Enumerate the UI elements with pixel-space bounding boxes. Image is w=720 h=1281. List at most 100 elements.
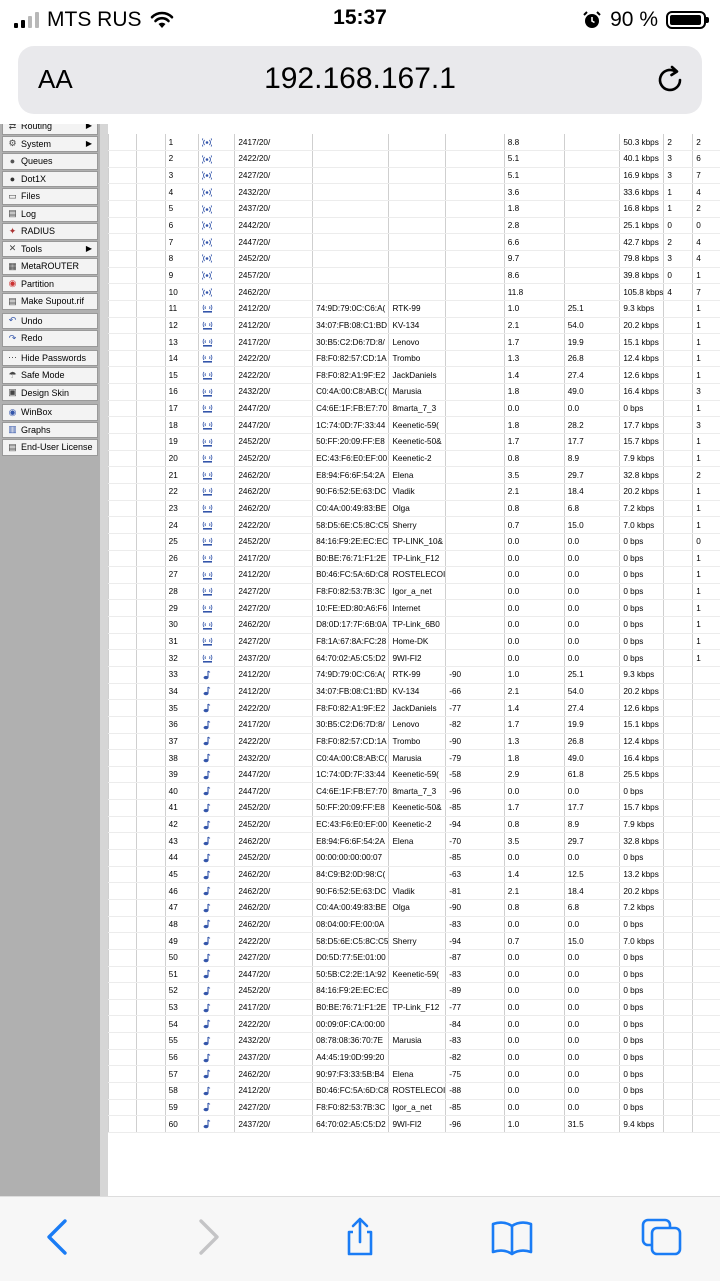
rx-rate-cell: 0.0 [504, 949, 564, 966]
table-row[interactable]: 412452/20/50:FF:20:09:FF:E8Keenetic-50&-… [109, 800, 720, 817]
table-row[interactable]: 72447/20/6.642.7 kbps24 [109, 234, 720, 251]
table-row[interactable]: 342412/20/34:07:FB:08:C1:BDKV-134-662.15… [109, 683, 720, 700]
table-row[interactable]: 332412/20/74:9D:79:0C:C6:A(RTK-99-901.02… [109, 667, 720, 684]
table-row[interactable]: 452462/20/84:C9:B2:0D:98:C(-631.412.513.… [109, 866, 720, 883]
table-row[interactable]: 42432/20/3.633.6 kbps14 [109, 184, 720, 201]
menu-item-queues[interactable]: ●Queues [2, 153, 98, 170]
menu-item-tools[interactable]: ✕Tools▶ [2, 241, 98, 258]
bitrate-cell: 20.2 kbps [620, 883, 664, 900]
table-row[interactable]: 492422/20/58:D5:6E:C5:8C:C5Sherry-940.71… [109, 933, 720, 950]
table-row[interactable]: 582412/20/B0:46:FC:5A:6D:C8ROSTELECOI-88… [109, 1083, 720, 1100]
table-row[interactable]: 102462/20/11.8105.8 kbps47 [109, 284, 720, 301]
bookmarks-icon[interactable] [490, 1217, 534, 1257]
table-row[interactable]: 232462/20/C0:4A:00:49:83:BEOlga0.86.87.2… [109, 500, 720, 517]
table-row[interactable]: 132417/20/30:B5:C2:D6:7D:8/Lenovo1.719.9… [109, 334, 720, 351]
share-icon[interactable] [340, 1217, 380, 1257]
client-icon [202, 953, 211, 962]
table-row[interactable]: 262417/20/B0:BE:76:71:F1:2ETP-Link_F120.… [109, 550, 720, 567]
tx-rate-cell: 26.8 [564, 733, 620, 750]
table-row[interactable]: 502427/20/D0:5D:77:5E:01:00-870.00.00 bp… [109, 949, 720, 966]
table-row[interactable]: 252452/20/84:16:F9:2E:EC:ECTP-LINK_10&0.… [109, 533, 720, 550]
table-row[interactable]: 92457/20/8.639.8 kbps01 [109, 267, 720, 284]
ssid-cell: Internet [389, 600, 446, 617]
menu-item-partition[interactable]: ◉Partition [2, 276, 98, 293]
table-row[interactable]: 532417/20/B0:BE:76:71:F1:2ETP-Link_F12-7… [109, 999, 720, 1016]
table-row[interactable]: 272412/20/B0:46:FC:5A:6D:C8ROSTELECOI0.0… [109, 567, 720, 584]
table-row[interactable]: 432462/20/E8:94:F6:6F:54:2AElena-703.529… [109, 833, 720, 850]
table-row[interactable]: 142422/20/F8:F0:82:57:CD:1ATrombo1.326.8… [109, 350, 720, 367]
row-spacer [137, 617, 165, 634]
rx-rate-cell: 0.0 [504, 1066, 564, 1083]
rx-rate-cell: 0.0 [504, 1016, 564, 1033]
ssid-cell [389, 234, 446, 251]
table-row[interactable]: 212462/20/E8:94:F6:6F:54:2AElena3.529.73… [109, 467, 720, 484]
type-icon-cell [198, 800, 235, 817]
table-row[interactable]: 32427/20/5.116.9 kbps37 [109, 167, 720, 184]
menu-item-log[interactable]: ▤Log [2, 206, 98, 223]
table-row[interactable]: 462462/20/90:F6:52:5E:63:DCVladik-812.11… [109, 883, 720, 900]
table-row[interactable]: 192452/20/50:FF:20:09:FF:E8Keenetic-50&1… [109, 434, 720, 451]
table-row[interactable]: 542422/20/00:09:0F:CA:00:00-840.00.00 bp… [109, 1016, 720, 1033]
table-row[interactable]: 202452/20/EC:43:F6:E0:EF:00Keenetic-20.8… [109, 450, 720, 467]
table-row[interactable]: 372422/20/F8:F0:82:57:CD:1ATrombo-901.32… [109, 733, 720, 750]
table-row[interactable]: 122412/20/34:07:FB:08:C1:BDKV-1342.154.0… [109, 317, 720, 334]
table-row[interactable]: 392447/20/1C:74:0D:7F:33:44Keenetic-59(-… [109, 766, 720, 783]
menu-item-dot1x[interactable]: ●Dot1X [2, 171, 98, 188]
table-row[interactable]: 362417/20/30:B5:C2:D6:7D:8/Lenovo-821.71… [109, 716, 720, 733]
table-row[interactable]: 162432/20/C0:4A:00:C8:AB:C(Marusia1.849.… [109, 384, 720, 401]
menu-item-end-user-license[interactable]: ▤End-User License [2, 439, 98, 456]
table-row[interactable]: 382432/20/C0:4A:00:C8:AB:C(Marusia-791.8… [109, 750, 720, 767]
table-row[interactable]: 352422/20/F8:F0:82:A1:9F:E2JackDaniels-7… [109, 700, 720, 717]
sidebar-scroll-rail[interactable] [100, 124, 108, 1196]
menu-item-redo[interactable]: ↷Redo [2, 330, 98, 347]
table-row[interactable]: 442452/20/00:00:00:00:00:07-850.00.00 bp… [109, 850, 720, 867]
table-row[interactable]: 12417/20/8.850.3 kbps22 [109, 134, 720, 151]
table-row[interactable]: 152422/20/F8:F0:82:A1:9F:E2JackDaniels1.… [109, 367, 720, 384]
table-row[interactable]: 592427/20/F8:F0:82:53:7B:3CIgor_a_net-85… [109, 1099, 720, 1116]
table-row[interactable]: 52437/20/1.816.8 kbps12 [109, 201, 720, 218]
table-row[interactable]: 512447/20/50:5B:C2:2E:1A:92Keenetic-59(-… [109, 966, 720, 983]
row-number-cell: 8 [165, 250, 198, 267]
menu-item-design-skin[interactable]: ▣Design Skin [2, 385, 98, 402]
menu-item-routing[interactable]: ⇄Routing▶ [2, 124, 98, 135]
table-row[interactable]: 62442/20/2.825.1 kbps00 [109, 217, 720, 234]
menu-item-files[interactable]: ▭Files [2, 188, 98, 205]
table-row[interactable]: 572462/20/90:97:F3:33:5B:B4Elena-750.00.… [109, 1066, 720, 1083]
menu-item-undo[interactable]: ↶Undo [2, 313, 98, 330]
table-row[interactable]: 302462/20/D8:0D:17:7F:6B:0ATP-Link_6B00.… [109, 617, 720, 634]
address-bar[interactable]: AA 192.168.167.1 [18, 46, 702, 114]
table-row[interactable]: 112412/20/74:9D:79:0C:C6:A(RTK-991.025.1… [109, 300, 720, 317]
menu-item-system[interactable]: ⚙System▶ [2, 136, 98, 153]
back-icon[interactable] [38, 1217, 78, 1257]
table-row[interactable]: 172447/20/C4:6E:1F:FB:E7:708marta_7_30.0… [109, 400, 720, 417]
reload-icon[interactable] [652, 62, 688, 98]
menu-item-metarouter[interactable]: ▦MetaROUTER [2, 258, 98, 275]
table-row[interactable]: 422452/20/EC:43:F6:E0:EF:00Keenetic-2-94… [109, 816, 720, 833]
table-row[interactable]: 292427/20/10:FE:ED:80:A6:F6Internet0.00.… [109, 600, 720, 617]
menu-item-make-supout-rif[interactable]: ▤Make Supout.rif [2, 293, 98, 310]
table-row[interactable]: 282427/20/F8:F0:82:53:7B:3CIgor_a_net0.0… [109, 583, 720, 600]
table-row[interactable]: 242422/20/58:D5:6E:C5:8C:C5Sherry0.715.0… [109, 517, 720, 534]
table-row[interactable]: 82452/20/9.779.8 kbps34 [109, 250, 720, 267]
menu-item-hide-passwords[interactable]: ⋯Hide Passwords [2, 350, 98, 367]
menu-item-safe-mode[interactable]: ☂Safe Mode [2, 367, 98, 384]
col-a-cell [664, 367, 693, 384]
table-row[interactable]: 562437/20/A4:45:19:0D:99:20-820.00.00 bp… [109, 1049, 720, 1066]
table-row[interactable]: 472462/20/C0:4A:00:49:83:BEOlga-900.86.8… [109, 899, 720, 916]
table-row[interactable]: 22422/20/5.140.1 kbps36 [109, 151, 720, 168]
table-row[interactable]: 402447/20/C4:6E:1F:FB:E7:708marta_7_3-96… [109, 783, 720, 800]
menu-item-graphs[interactable]: ▥Graphs [2, 422, 98, 439]
table-row[interactable]: 482462/20/08:04:00:FE:00:0A-830.00.00 bp… [109, 916, 720, 933]
url-text[interactable]: 192.168.167.1 [18, 62, 702, 96]
table-row[interactable]: 312427/20/F8:1A:67:8A:FC:28Home-DK0.00.0… [109, 633, 720, 650]
table-row[interactable]: 182447/20/1C:74:0D:7F:33:44Keenetic-59(1… [109, 417, 720, 434]
table-row[interactable]: 552432/20/08:78:08:36:70:7EMarusia-830.0… [109, 1033, 720, 1050]
tabs-icon[interactable] [640, 1217, 684, 1257]
table-row[interactable]: 322437/20/64:70:02:A5:C5:D29WI-FI20.00.0… [109, 650, 720, 667]
table-row[interactable]: 522452/20/84:16:F9:2E:EC:EC-890.00.00 bp… [109, 983, 720, 1000]
row-number-cell: 42 [165, 816, 198, 833]
table-row[interactable]: 222462/20/90:F6:52:5E:63:DCVladik2.118.4… [109, 483, 720, 500]
menu-item-radius[interactable]: ✦RADIUS [2, 223, 98, 240]
menu-item-winbox[interactable]: ◉WinBox [2, 404, 98, 421]
table-row[interactable]: 602437/20/64:70:02:A5:C5:D29WI-FI2-961.0… [109, 1116, 720, 1133]
